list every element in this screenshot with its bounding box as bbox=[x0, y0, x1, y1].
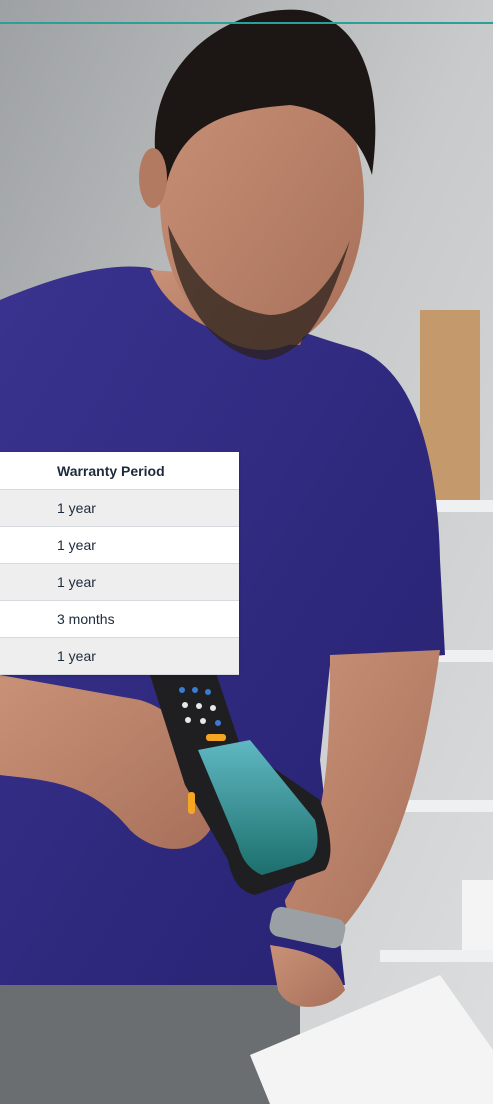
warranty-cell: 1 year bbox=[0, 526, 239, 564]
table-row: 1 year bbox=[0, 563, 239, 601]
table-row: 1 year bbox=[0, 489, 239, 527]
table-row: 1 year bbox=[0, 526, 239, 564]
table-row: 1 year bbox=[0, 637, 239, 675]
table-row: 3 months bbox=[0, 600, 239, 638]
warranty-cell: 1 year bbox=[0, 563, 239, 601]
accent-rule bbox=[0, 22, 493, 24]
warranty-cell: 1 year bbox=[0, 489, 239, 527]
pants bbox=[0, 985, 300, 1104]
warranty-cell: 3 months bbox=[0, 600, 239, 638]
column-header-warranty-period: Warranty Period bbox=[0, 452, 239, 490]
table-header-row: Warranty Period bbox=[0, 452, 239, 490]
warranty-table: Warranty Period 1 year 1 year 1 year 3 m… bbox=[0, 452, 239, 675]
warranty-cell: 1 year bbox=[0, 637, 239, 675]
